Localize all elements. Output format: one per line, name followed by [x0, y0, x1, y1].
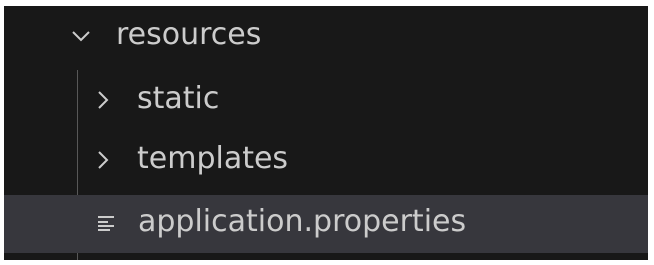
- tree-item-static-folder[interactable]: static: [4, 72, 648, 130]
- tree-item-label: static: [137, 81, 220, 116]
- tree-item-label: application.properties: [138, 204, 467, 239]
- tree-item-label: resources: [116, 17, 262, 52]
- chevron-down-icon[interactable]: [70, 25, 92, 47]
- chevron-right-icon[interactable]: [92, 149, 114, 171]
- chevron-right-icon[interactable]: [92, 89, 114, 111]
- tree-item-templates-folder[interactable]: templates: [4, 132, 648, 190]
- screenshot-frame: resources static templates application.p…: [0, 0, 654, 265]
- tree-item-label: templates: [137, 141, 289, 176]
- tree-item-application-properties-file[interactable]: application.properties: [4, 195, 648, 253]
- tree-item-resources-folder[interactable]: resources: [4, 8, 648, 66]
- lines-file-icon: [96, 213, 116, 233]
- file-explorer-tree: resources static templates application.p…: [4, 6, 648, 260]
